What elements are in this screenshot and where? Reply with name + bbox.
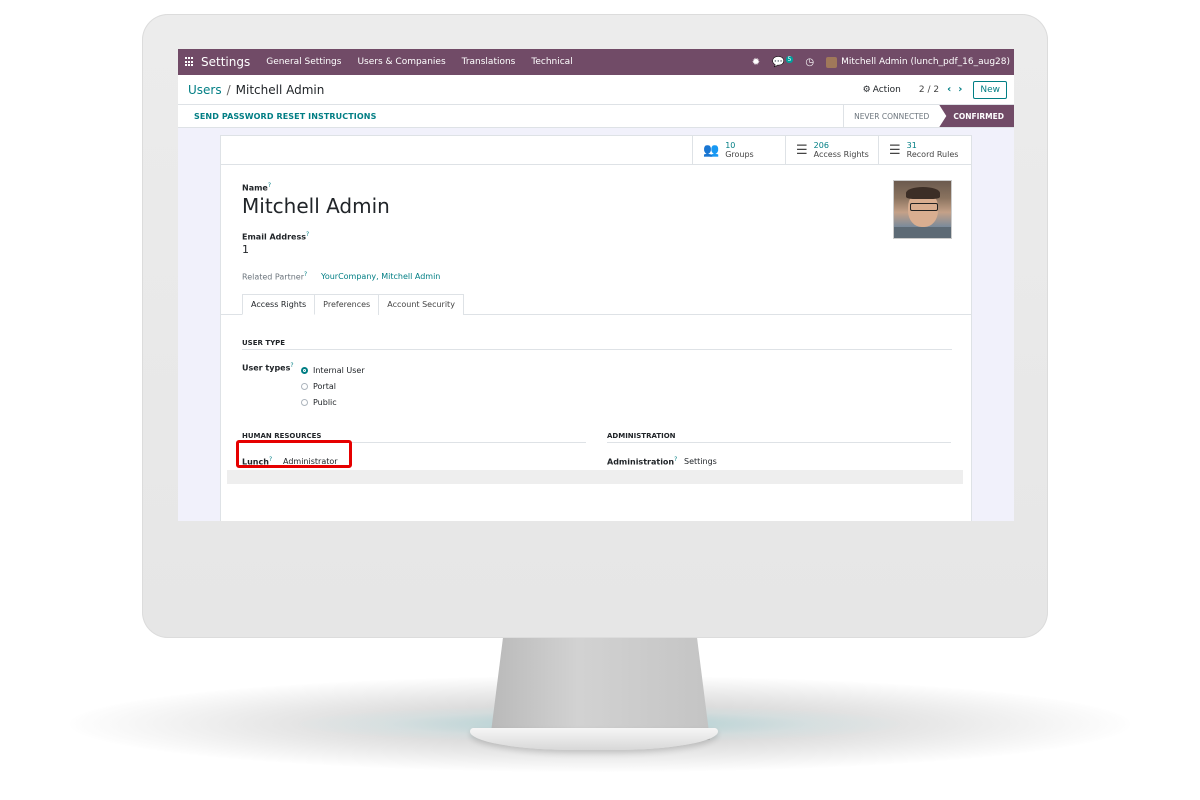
related-partner-label: Related Partner? (242, 271, 308, 282)
gear-icon: ⚙ (862, 84, 871, 95)
user-types-label: User types? (242, 362, 294, 373)
record-rules-stat-button[interactable]: ☰ 31 Record Rules (878, 136, 971, 164)
new-button[interactable]: New (973, 80, 1007, 99)
monitor-stand (490, 636, 710, 740)
menu-users-companies[interactable]: Users & Companies (357, 57, 445, 67)
help-icon: ? (290, 362, 294, 369)
stage-never-connected[interactable]: NEVER CONNECTED (843, 105, 939, 127)
user-avatar-photo[interactable] (893, 180, 952, 239)
status-bar: SEND PASSWORD RESET INSTRUCTIONS NEVER C… (178, 105, 1014, 128)
menu-general-settings[interactable]: General Settings (266, 57, 341, 67)
clock-icon[interactable]: ◷ (805, 57, 814, 68)
record-rules-label: Record Rules (906, 149, 959, 159)
tab-access-rights[interactable]: Access Rights (242, 294, 316, 315)
related-partner-link[interactable]: YourCompany, Mitchell Admin (321, 272, 440, 281)
administration-label: Administration? (607, 456, 678, 467)
radio-unchecked-icon (301, 398, 308, 406)
help-icon: ? (267, 182, 272, 189)
pager-next-icon[interactable]: › (958, 84, 962, 95)
app-name[interactable]: Settings (201, 55, 250, 69)
list-icon: ☰ (796, 142, 808, 158)
groups-count: 10 (725, 140, 736, 150)
stage-bar: NEVER CONNECTED CONFIRMED (843, 105, 1014, 127)
user-type-section-title: USER TYPE (242, 339, 952, 350)
chat-count-badge: 5 (785, 55, 794, 63)
administration-section-title: ADMINISTRATION (607, 432, 951, 443)
user-type-radio-group: Internal User Portal Public (301, 362, 365, 410)
administration-select[interactable]: Settings (684, 457, 717, 466)
menu-translations[interactable]: Translations (462, 57, 516, 67)
radio-unchecked-icon (301, 382, 308, 390)
top-navbar: Settings General Settings Users & Compan… (178, 49, 1014, 75)
send-password-reset-button[interactable]: SEND PASSWORD RESET INSTRUCTIONS (194, 112, 376, 121)
access-rights-count: 206 (813, 140, 829, 150)
highlight-box (236, 440, 352, 468)
apps-menu-icon[interactable] (185, 57, 195, 67)
groups-label: Groups (725, 149, 754, 159)
radio-checked-icon (301, 366, 308, 374)
form-sheet: 👥 10 Groups ☰ 206 Access Rights ☰ 31 Rec… (220, 135, 972, 521)
stage-confirmed[interactable]: CONFIRMED (939, 105, 1014, 127)
user-menu[interactable]: Mitchell Admin (lunch_pdf_16_aug28) (841, 57, 1010, 67)
smart-buttons: 👥 10 Groups ☰ 206 Access Rights ☰ 31 Rec… (221, 136, 971, 165)
breadcrumb-current: Mitchell Admin (235, 82, 325, 97)
gray-band (227, 470, 963, 484)
users-icon: 👥 (703, 142, 720, 158)
breadcrumb-separator: / (226, 82, 231, 97)
pager-value[interactable]: 2 / 2 (919, 85, 939, 95)
tab-account-security[interactable]: Account Security (378, 294, 464, 315)
access-rights-stat-button[interactable]: ☰ 206 Access Rights (785, 136, 878, 164)
radio-portal[interactable]: Portal (301, 378, 365, 394)
help-icon: ? (306, 231, 310, 238)
record-rules-count: 31 (906, 140, 917, 150)
radio-internal-user[interactable]: Internal User (301, 362, 365, 378)
chat-icon[interactable]: 💬 5 (772, 55, 794, 68)
breadcrumb-users[interactable]: Users (188, 83, 222, 97)
action-button[interactable]: ⚙ Action (863, 85, 901, 95)
name-field[interactable]: Mitchell Admin (242, 194, 390, 218)
monitor-screen: Settings General Settings Users & Compan… (178, 49, 1014, 521)
radio-public[interactable]: Public (301, 394, 365, 410)
email-field[interactable]: 1 (242, 243, 249, 256)
help-icon: ? (304, 271, 308, 278)
menu-technical[interactable]: Technical (531, 57, 572, 67)
pager-prev-icon[interactable]: ‹ (947, 84, 951, 95)
tab-preferences[interactable]: Preferences (314, 294, 380, 315)
list-icon: ☰ (889, 142, 901, 158)
name-label: Name? (242, 182, 272, 193)
user-avatar[interactable] (826, 56, 838, 68)
control-panel: Users / Mitchell Admin ⚙ Action 2 / 2 ‹ … (178, 75, 1014, 105)
bug-icon[interactable]: ✹ (752, 57, 760, 68)
action-label: Action (872, 84, 901, 95)
groups-stat-button[interactable]: 👥 10 Groups (692, 136, 785, 164)
access-rights-label: Access Rights (813, 149, 869, 159)
notebook-tabs: Access Rights Preferences Account Securi… (242, 294, 464, 315)
email-label: Email Address? (242, 231, 310, 242)
help-icon: ? (674, 456, 678, 463)
